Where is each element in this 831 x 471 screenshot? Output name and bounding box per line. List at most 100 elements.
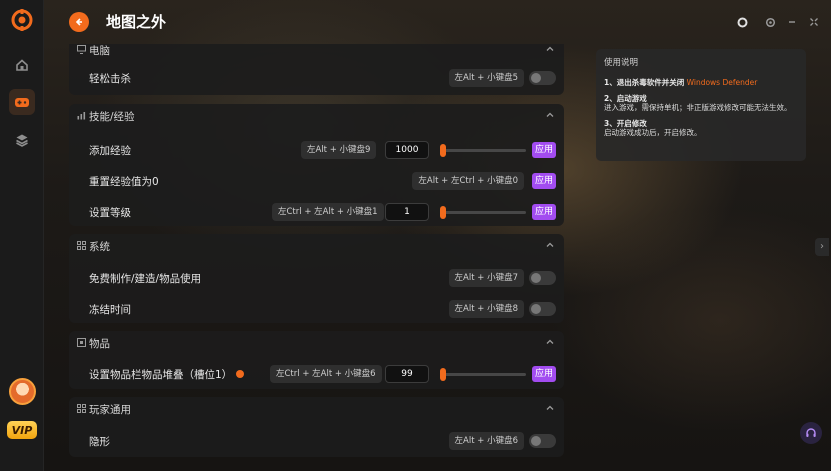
step-highlight: Windows Defender (686, 78, 758, 87)
box-icon (77, 338, 86, 347)
cheat-toggle[interactable] (529, 271, 556, 285)
bar-chart-icon (77, 111, 86, 120)
app-logo-icon[interactable] (11, 9, 33, 31)
section-title: 玩家通用 (89, 404, 131, 416)
hotkey-badge[interactable]: 左Alt + 小键盘5 (448, 69, 524, 87)
nav-library[interactable] (9, 127, 35, 153)
hotkey-badge[interactable]: 左Alt + 小键盘8 (448, 300, 524, 318)
user-avatar[interactable] (9, 378, 36, 405)
section-player: 玩家通用 隐形 左Alt + 小键盘6 (69, 397, 564, 457)
section-header[interactable]: 电脑 (69, 44, 564, 62)
grid-icon (77, 241, 86, 250)
cheat-row-reset-exp: 重置经验值为0 左Alt + 左Ctrl + 小键盘0 应用 (69, 166, 564, 196)
instructions-panel: 使用说明 1、退出杀毒软件并关闭 Windows Defender 2、启动游戏… (596, 49, 806, 161)
page-title: 地图之外 (106, 13, 167, 31)
record-button[interactable] (734, 14, 750, 30)
slider-handle[interactable] (440, 368, 446, 381)
cheat-label-text: 设置物品栏物品堆叠（槽位1） (89, 369, 233, 381)
ring-icon (737, 17, 747, 27)
chevron-up-icon[interactable] (545, 240, 555, 250)
step-heading: 1、退出杀毒软件并关闭 (604, 78, 685, 87)
chevron-up-icon[interactable] (545, 44, 555, 54)
value-input[interactable]: 99 (385, 365, 429, 383)
instruction-step: 2、启动游戏 进入游戏，需保持单机；非正版游戏修改可能无法生效。 (604, 94, 798, 112)
section-header[interactable]: 物品 (69, 331, 564, 355)
cheat-row-freeze-time: 冻结时间 左Alt + 小键盘8 (69, 294, 564, 324)
apply-button[interactable]: 应用 (532, 204, 556, 220)
cheat-row-set-level: 设置等级 左Ctrl + 左Alt + 小键盘1 1 应用 (69, 197, 564, 227)
cheat-toggle[interactable] (529, 71, 556, 85)
cheat-label: 冻结时间 (89, 304, 131, 316)
section-title: 物品 (89, 338, 110, 350)
minimize-icon (789, 21, 795, 23)
apply-button[interactable]: 应用 (532, 173, 556, 189)
settings-button[interactable] (762, 14, 778, 30)
hotkey-badge[interactable]: 左Alt + 小键盘7 (448, 269, 524, 287)
step-heading: 3、开启修改 (604, 119, 647, 128)
instructions-title: 使用说明 (604, 58, 639, 68)
step-body: 进入游戏，需保持单机；非正版游戏修改可能无法生效。 (604, 103, 792, 112)
step-heading: 2、启动游戏 (604, 94, 647, 103)
cheat-row-stack-size: 设置物品栏物品堆叠（槽位1） 左Ctrl + 左Alt + 小键盘6 99 应用 (69, 359, 564, 389)
section-header[interactable]: 系统 (69, 234, 564, 258)
left-sidebar: VIP (0, 0, 44, 471)
cheat-label: 轻松击杀 (89, 73, 131, 85)
collapse-icon (810, 18, 818, 26)
value-slider[interactable] (440, 368, 526, 381)
value-slider[interactable] (440, 206, 526, 219)
headset-icon (806, 428, 816, 437)
section-title: 电脑 (89, 45, 110, 57)
cheat-label: 免费制作/建造/物品使用 (89, 273, 202, 285)
cheat-label: 设置物品栏物品堆叠（槽位1） (89, 367, 245, 382)
cheat-row-add-exp: 添加经验 左Alt + 小键盘9 1000 应用 (69, 135, 564, 165)
hotkey-badge[interactable]: 左Alt + 左Ctrl + 小键盘0 (412, 172, 524, 190)
value-input[interactable]: 1000 (385, 141, 429, 159)
title-bar: 地图之外 (44, 0, 831, 44)
nav-games[interactable] (9, 89, 35, 115)
cheat-toggle[interactable] (529, 302, 556, 316)
cheat-label: 设置等级 (89, 207, 131, 219)
chevron-right-icon: › (820, 241, 824, 252)
chevron-up-icon[interactable] (545, 110, 555, 120)
back-button[interactable] (69, 12, 89, 32)
cheat-toggle[interactable] (529, 434, 556, 448)
info-dot-icon[interactable] (236, 370, 245, 378)
cheat-label: 隐形 (89, 436, 110, 448)
value-input[interactable]: 1 (385, 203, 429, 221)
instruction-step: 1、退出杀毒软件并关闭 Windows Defender (604, 78, 798, 87)
stack-icon (16, 134, 28, 147)
cheat-label: 重置经验值为0 (89, 176, 159, 188)
step-body: 启动游戏成功后，开启修改。 (604, 128, 702, 137)
nav-home[interactable] (9, 52, 35, 78)
section-header[interactable]: 技能/经验 (69, 104, 564, 128)
slider-handle[interactable] (440, 144, 446, 157)
instruction-step: 3、开启修改 启动游戏成功后，开启修改。 (604, 119, 798, 137)
value-slider[interactable] (440, 144, 526, 157)
cheat-list[interactable]: 电脑 轻松击杀 左Alt + 小键盘5 技能/经验 添加经验 左Alt + 小键… (69, 44, 564, 471)
chevron-up-icon[interactable] (545, 403, 555, 413)
chevron-up-icon[interactable] (545, 337, 555, 347)
hotkey-badge[interactable]: 左Ctrl + 左Alt + 小键盘6 (270, 365, 382, 383)
section-system: 系统 免费制作/建造/物品使用 左Alt + 小键盘7 冻结时间 左Alt + … (69, 234, 564, 323)
hotkey-badge[interactable]: 左Alt + 小键盘9 (301, 141, 377, 159)
apply-button[interactable]: 应用 (532, 142, 556, 158)
apply-button[interactable]: 应用 (532, 366, 556, 382)
close-button[interactable] (806, 14, 822, 30)
support-button[interactable] (800, 422, 822, 444)
cheat-row-invisible: 隐形 左Alt + 小键盘6 (69, 426, 564, 456)
gear-icon (765, 17, 775, 27)
cheat-row-free-craft: 免费制作/建造/物品使用 左Alt + 小键盘7 (69, 263, 564, 293)
section-title: 技能/经验 (89, 111, 135, 123)
slider-handle[interactable] (440, 206, 446, 219)
expand-panel-button[interactable]: › (815, 238, 829, 256)
vip-badge[interactable]: VIP (7, 421, 37, 439)
gamepad-icon (15, 98, 29, 107)
section-header[interactable]: 玩家通用 (69, 397, 564, 421)
minimize-button[interactable] (784, 14, 800, 30)
cheat-row-easy-kill: 轻松击杀 左Alt + 小键盘5 (69, 63, 564, 93)
hotkey-badge[interactable]: 左Alt + 小键盘6 (448, 432, 524, 450)
arrow-left-icon (75, 18, 82, 26)
grid-icon (77, 404, 86, 413)
hotkey-badge[interactable]: 左Ctrl + 左Alt + 小键盘1 (272, 203, 384, 221)
cheat-label: 添加经验 (89, 145, 131, 157)
